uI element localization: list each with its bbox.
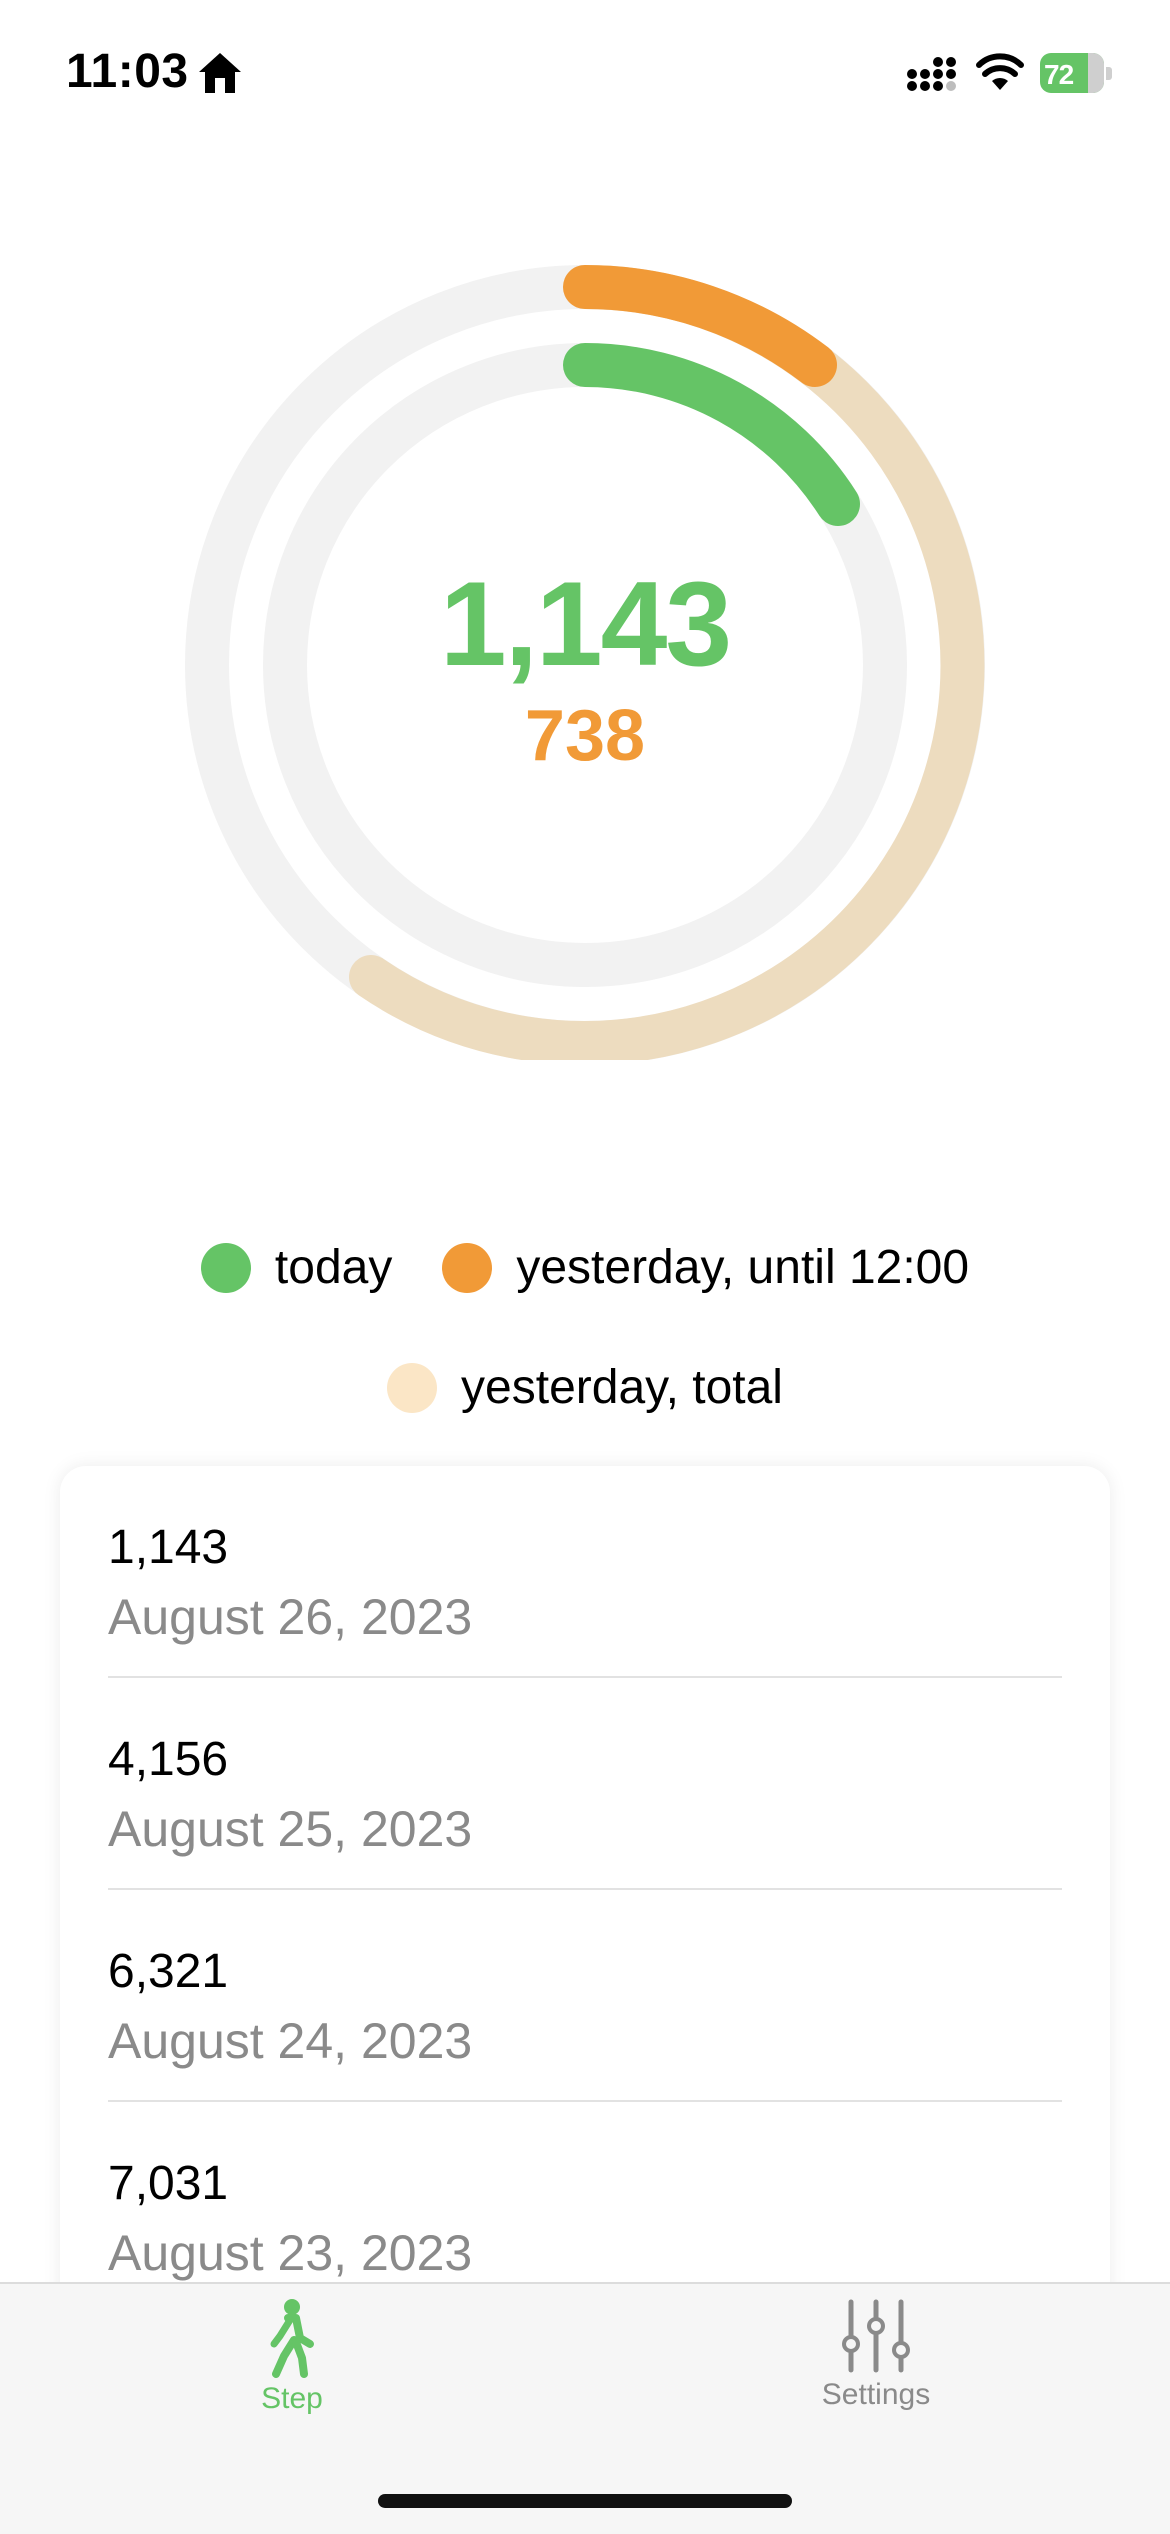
tab-settings[interactable]: Settings bbox=[776, 2298, 976, 2428]
tab-step[interactable]: Step bbox=[192, 2298, 392, 2428]
list-item[interactable]: 6,321 August 24, 2023 bbox=[108, 1890, 1062, 2102]
legend-today-label: today bbox=[274, 1241, 393, 1294]
list-item-steps: 1,143 bbox=[108, 1521, 229, 1574]
legend-row: today yesterday, until 12:00 bbox=[0, 1240, 1170, 1295]
wifi-icon bbox=[976, 53, 1024, 90]
list-item[interactable]: 4,156 August 25, 2023 bbox=[108, 1678, 1062, 1890]
status-time: 11:03 bbox=[66, 45, 189, 98]
legend-yesterday-until: yesterday, until 12:00 bbox=[442, 1240, 969, 1295]
list-item-steps: 4,156 bbox=[108, 1733, 229, 1786]
legend-today: today bbox=[200, 1240, 393, 1295]
battery-level: 72 bbox=[1044, 59, 1074, 90]
yesterday-total-dot-icon bbox=[387, 1362, 438, 1413]
list-item-date: August 24, 2023 bbox=[108, 2013, 473, 2069]
home-indicator bbox=[378, 2494, 792, 2508]
legend-yesterday-until-label: yesterday, until 12:00 bbox=[516, 1241, 970, 1294]
list-item[interactable]: 1,143 August 26, 2023 bbox=[108, 1466, 1062, 1678]
today-dot-icon bbox=[200, 1242, 251, 1293]
yesterday-step-count: 738 bbox=[524, 696, 646, 776]
step-rings: 1,143 738 bbox=[0, 180, 1170, 1060]
walking-figure-icon bbox=[270, 2299, 314, 2378]
tab-step-label: Step bbox=[261, 2382, 323, 2415]
battery-indicator: 72 bbox=[1040, 53, 1112, 93]
list-item-date: August 23, 2023 bbox=[108, 2225, 473, 2281]
list-item-steps: 6,321 bbox=[108, 1945, 229, 1998]
tab-settings-label: Settings bbox=[821, 2378, 931, 2411]
legend-row: yesterday, total bbox=[0, 1360, 1170, 1415]
list-item-date: August 25, 2023 bbox=[108, 1801, 473, 1857]
yesterday-until-dot-icon bbox=[442, 1242, 493, 1293]
list-item-steps: 7,031 bbox=[108, 2157, 229, 2210]
home-icon bbox=[199, 53, 241, 93]
list-item-date: August 26, 2023 bbox=[108, 1589, 473, 1645]
legend-yesterday-total-label: yesterday, total bbox=[461, 1361, 783, 1414]
today-arc bbox=[563, 343, 860, 526]
legend-yesterday-total: yesterday, total bbox=[387, 1360, 783, 1415]
today-step-count: 1,143 bbox=[439, 557, 732, 691]
sliders-icon bbox=[842, 2299, 910, 2373]
cellular-signal-icon bbox=[907, 57, 956, 91]
status-bar: 11:03 72 bbox=[0, 0, 1170, 140]
